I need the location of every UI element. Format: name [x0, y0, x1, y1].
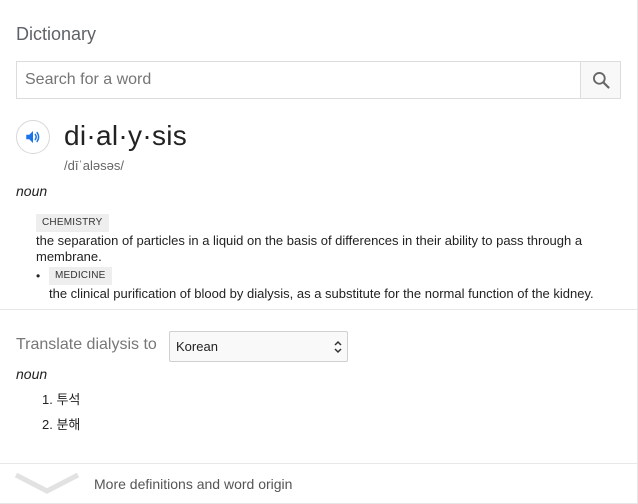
select-arrows-icon: [334, 340, 342, 354]
search-box: [16, 61, 621, 99]
list-item: 2. 분해: [42, 416, 80, 441]
translation-text: 분해: [56, 417, 81, 432]
translation-list: 1. 투석 2. 분해: [42, 391, 80, 441]
bullet: •: [36, 269, 41, 283]
widget-title: Dictionary: [16, 24, 97, 44]
translate-label: Translate dialysis to: [16, 336, 157, 353]
list-item: 1. 투석: [42, 391, 80, 416]
speaker-icon: [26, 131, 40, 143]
part-of-speech: noun: [16, 183, 48, 199]
subject-label: MEDICINE: [49, 267, 112, 285]
selected-language: Korean: [176, 339, 218, 354]
search-icon: [592, 72, 610, 89]
translate-part-of-speech: noun: [16, 366, 48, 382]
divider: [0, 463, 637, 464]
phonetic: /dīˈaləsəs/: [64, 158, 124, 173]
definition-text: the separation of particles in a liquid …: [36, 233, 583, 264]
definition-text: the clinical purification of blood by di…: [49, 286, 594, 301]
chevron-down-icon[interactable]: [14, 469, 80, 495]
definition-1: CHEMISTRY the separation of particles in…: [36, 212, 616, 265]
more-definitions-link[interactable]: More definitions and word origin: [94, 476, 292, 492]
search-input[interactable]: [17, 62, 582, 98]
divider: [0, 309, 637, 310]
search-button[interactable]: [580, 62, 620, 98]
language-select[interactable]: Korean: [169, 331, 348, 362]
headword: di·al·y·sis: [64, 120, 188, 151]
dictionary-card: Dictionary di·al·y·sis /dīˈaləsəs/ noun …: [0, 0, 638, 504]
translation-text: 투석: [56, 392, 81, 407]
list-number: 1.: [42, 392, 53, 407]
subject-label: CHEMISTRY: [36, 214, 109, 232]
pronounce-button[interactable]: [16, 120, 50, 154]
list-number: 2.: [42, 417, 53, 432]
